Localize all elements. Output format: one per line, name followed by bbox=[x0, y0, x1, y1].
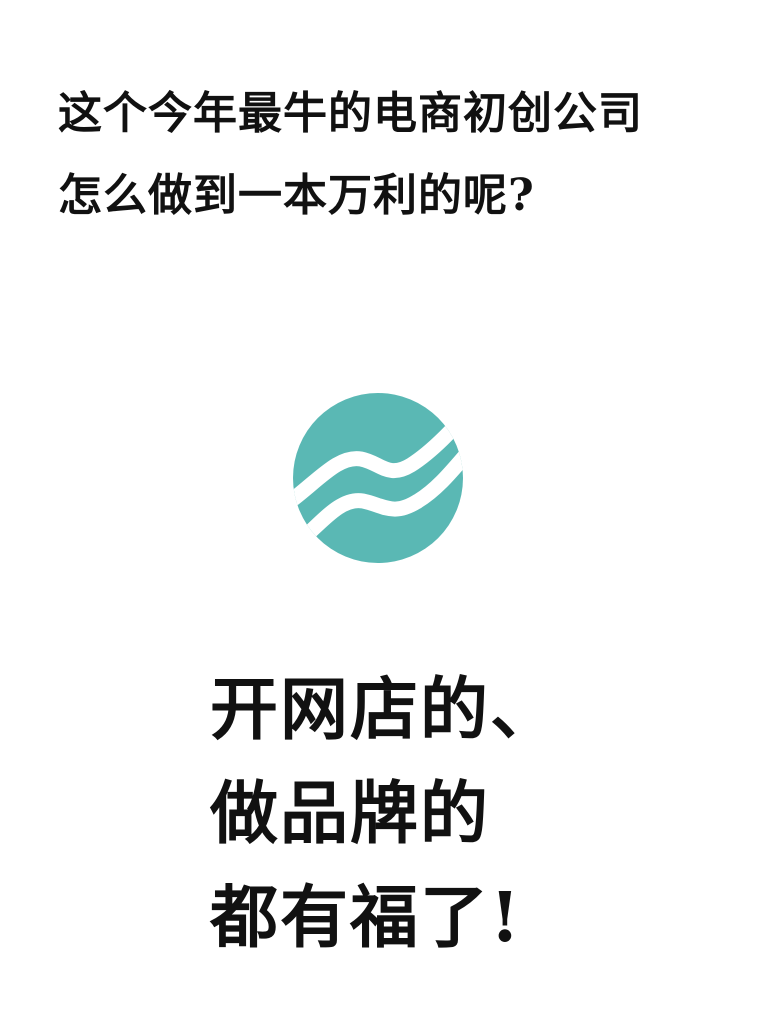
slogan-line-1: 开网店的、 bbox=[210, 670, 561, 750]
headline: 这个今年最牛的电商初创公司 怎么做到一本万利的呢? bbox=[58, 92, 738, 218]
slogan-line-2: 做品牌的 bbox=[210, 774, 491, 854]
wave-logo-graphic bbox=[293, 393, 463, 563]
headline-line-2: 怎么做到一本万利的呢? bbox=[58, 170, 535, 221]
headline-line-1: 这个今年最牛的电商初创公司 bbox=[58, 88, 643, 139]
slogan: 开网店的、 做品牌的 都有福了! bbox=[210, 676, 710, 952]
slogan-line-3: 都有福了! bbox=[210, 878, 522, 958]
logo-icon bbox=[293, 393, 463, 563]
